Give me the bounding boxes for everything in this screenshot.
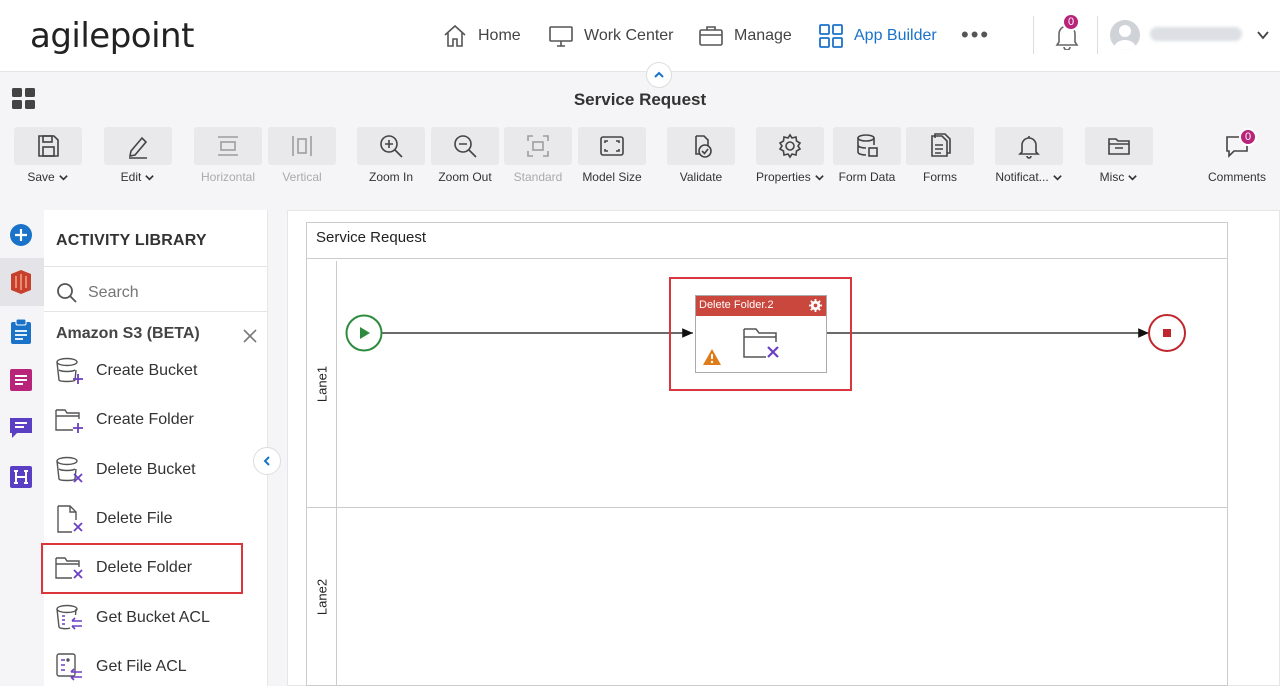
gear-icon[interactable] (809, 299, 822, 312)
task-title: Delete Folder.2 (699, 299, 774, 311)
warning-icon[interactable] (703, 349, 721, 365)
start-event[interactable] (345, 314, 383, 352)
collapse-header-button[interactable] (646, 62, 672, 88)
end-event[interactable] (1148, 314, 1186, 352)
task-delete-folder[interactable]: Delete Folder.2 (695, 295, 827, 373)
delete-folder-icon (743, 328, 779, 358)
chevron-up-icon (654, 71, 664, 78)
task-header: Delete Folder.2 (696, 296, 826, 316)
flow-diagram (345, 314, 1186, 352)
